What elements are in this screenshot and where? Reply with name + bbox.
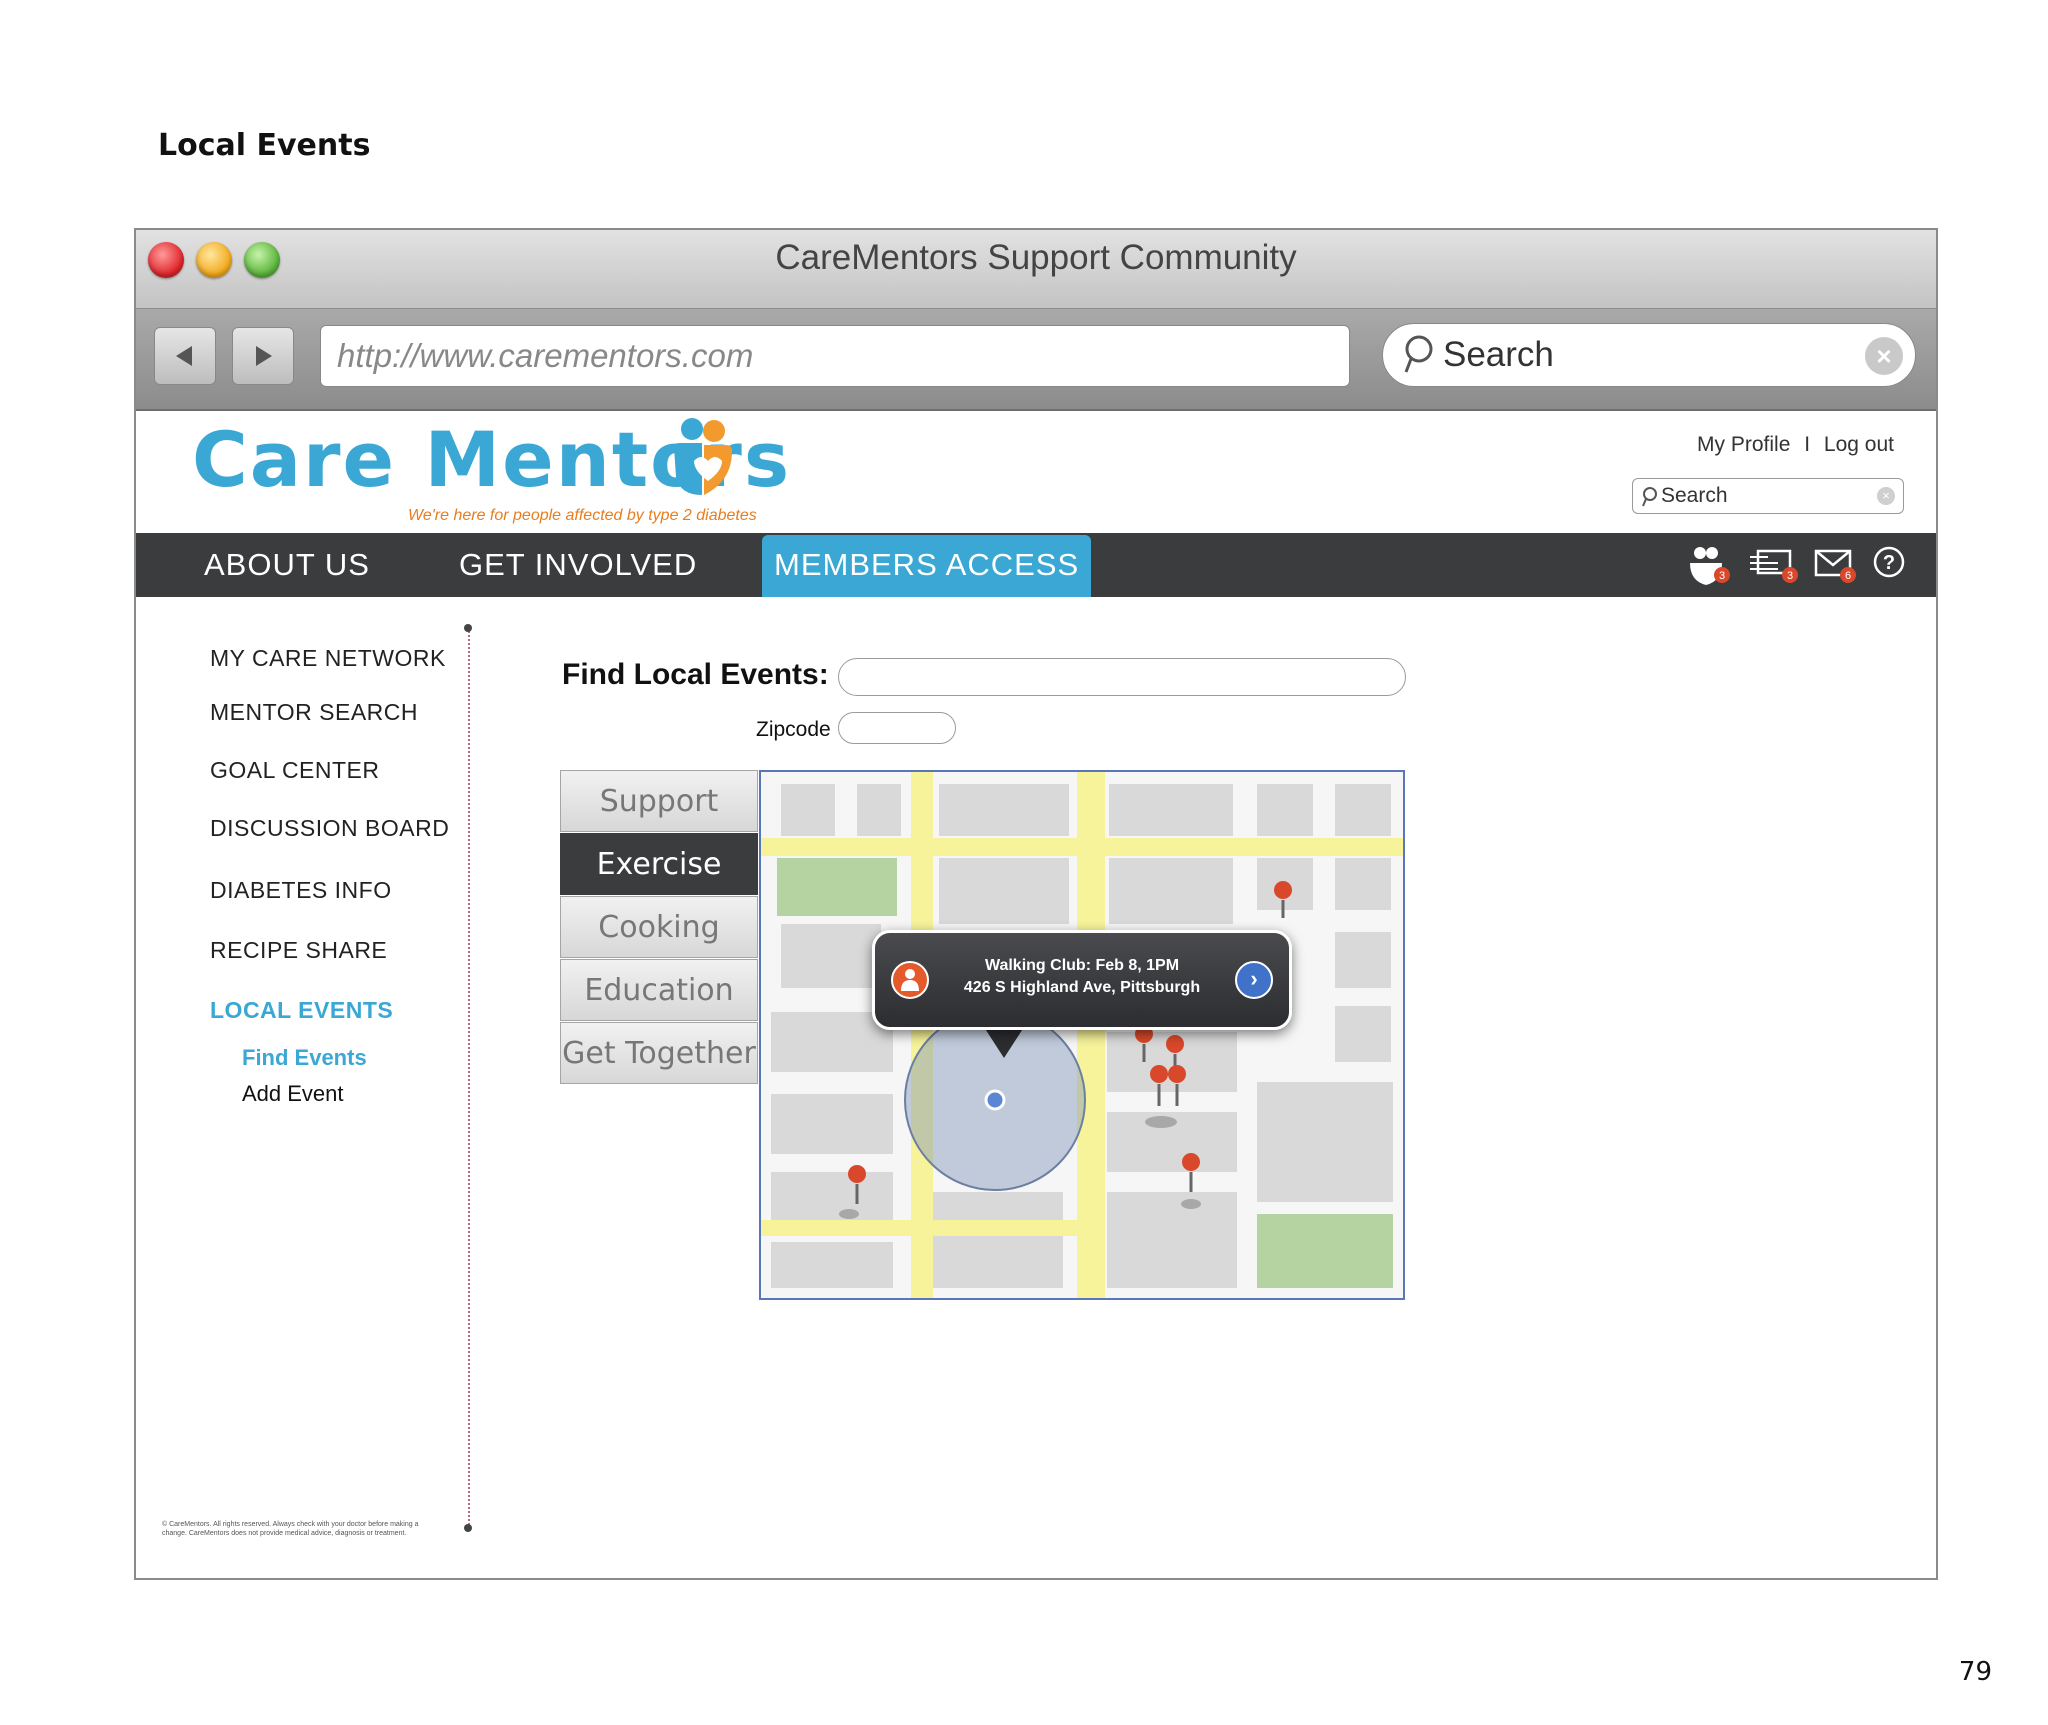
- help-icon[interactable]: ?: [1872, 545, 1906, 587]
- sidebar-item-diabetes-info[interactable]: DIABETES INFO: [210, 877, 392, 904]
- current-location-marker: [984, 1089, 1006, 1111]
- sidebar-subitem-find-events[interactable]: Find Events: [242, 1045, 367, 1071]
- event-callout[interactable]: Walking Club: Feb 8, 1PM 426 S Highland …: [872, 930, 1292, 1030]
- browser-search-placeholder: Search: [1443, 335, 1554, 374]
- nav-get-involved[interactable]: GET INVOLVED: [459, 533, 697, 597]
- clear-search-icon[interactable]: ×: [1877, 487, 1895, 505]
- sidebar-item-goal-center[interactable]: GOAL CENTER: [210, 757, 380, 784]
- mail-badge-count: 6: [1845, 570, 1851, 582]
- svg-text:?: ?: [1883, 552, 1895, 574]
- tab-get-together[interactable]: Get Together: [560, 1022, 758, 1084]
- log-out-link[interactable]: Log out: [1824, 433, 1894, 456]
- mentor-notifications-icon[interactable]: 3: [1686, 545, 1734, 587]
- carementors-logo-icon: [674, 418, 732, 495]
- footer-disclaimer: © CareMentors. All rights reserved. Alwa…: [162, 1521, 419, 1537]
- browser-toolbar: http://www.carementors.com Search ×: [136, 309, 1936, 411]
- zipcode-input[interactable]: [838, 712, 956, 744]
- tab-exercise[interactable]: Exercise: [560, 833, 758, 895]
- tab-support[interactable]: Support: [560, 770, 758, 832]
- nav-members-access[interactable]: MEMBERS ACCESS: [762, 535, 1092, 597]
- event-title: Walking Club: Feb 8, 1PM: [984, 957, 1180, 974]
- sidebar-item-local-events[interactable]: LOCAL EVENTS: [210, 997, 393, 1024]
- window-title: CareMentors Support Community: [775, 238, 1297, 277]
- search-icon: [1642, 487, 1657, 507]
- map-canvas: [761, 772, 1403, 1298]
- link-separator: I: [1804, 433, 1811, 456]
- event-details-arrow-icon[interactable]: ›: [1235, 961, 1273, 999]
- event-address: 426 S Highland Ave, Pittsburgh: [963, 979, 1201, 996]
- tab-cooking[interactable]: Cooking: [560, 896, 758, 958]
- mentor-badge-count: 3: [1719, 570, 1725, 582]
- forward-arrow-icon: [256, 346, 272, 366]
- sidebar-item-mentor-search[interactable]: MENTOR SEARCH: [210, 699, 418, 726]
- board-badge-count: 3: [1787, 570, 1793, 582]
- member-toolbar: 3 3 6 ?: [1686, 545, 1906, 587]
- page-number: 79: [1958, 1657, 1992, 1687]
- browser-window: CareMentors Support Community http://www…: [134, 228, 1938, 1580]
- back-arrow-icon: [176, 346, 192, 366]
- back-button[interactable]: [154, 327, 216, 385]
- window-titlebar: CareMentors Support Community: [136, 230, 1936, 309]
- page-heading: Local Events: [158, 128, 371, 163]
- discussion-notifications-icon[interactable]: 3: [1748, 545, 1800, 587]
- sidebar-item-my-care-network[interactable]: MY CARE NETWORK: [210, 645, 446, 672]
- main-navigation: ABOUT US GET INVOLVED MEMBERS ACCESS 3 3: [136, 533, 1936, 597]
- browser-search-field[interactable]: Search ×: [1382, 323, 1916, 387]
- find-events-input[interactable]: [838, 658, 1406, 696]
- find-local-events-label: Find Local Events:: [562, 658, 829, 691]
- clear-search-icon[interactable]: ×: [1865, 337, 1903, 375]
- tab-education[interactable]: Education: [560, 959, 758, 1021]
- site-tagline: We're here for people affected by type 2…: [408, 507, 757, 524]
- sidebar-divider: [468, 628, 470, 1528]
- divider-dot-bottom: [464, 1524, 472, 1532]
- sidebar-subitem-add-event[interactable]: Add Event: [242, 1081, 344, 1107]
- address-bar[interactable]: http://www.carementors.com: [320, 325, 1350, 387]
- sidebar-item-recipe-share[interactable]: RECIPE SHARE: [210, 937, 387, 964]
- site-search-field[interactable]: Search ×: [1632, 478, 1904, 514]
- events-map[interactable]: [759, 770, 1405, 1300]
- forward-button[interactable]: [232, 327, 294, 385]
- account-links: My Profile I Log out: [1693, 433, 1898, 457]
- mail-notifications-icon[interactable]: 6: [1814, 545, 1858, 587]
- search-icon: [1404, 335, 1433, 373]
- sidebar-item-discussion-board[interactable]: DISCUSSION BOARD: [210, 815, 449, 842]
- sidebar: MY CARE NETWORK MENTOR SEARCH GOAL CENTE…: [136, 597, 476, 1578]
- nav-about-us[interactable]: ABOUT US: [204, 533, 370, 597]
- my-profile-link[interactable]: My Profile: [1697, 433, 1790, 456]
- divider-dot-top: [464, 624, 472, 632]
- site-search-placeholder: Search: [1661, 484, 1728, 507]
- zipcode-label: Zipcode: [756, 718, 831, 741]
- site-header: Care Mentors We're here for people affec…: [136, 411, 1936, 533]
